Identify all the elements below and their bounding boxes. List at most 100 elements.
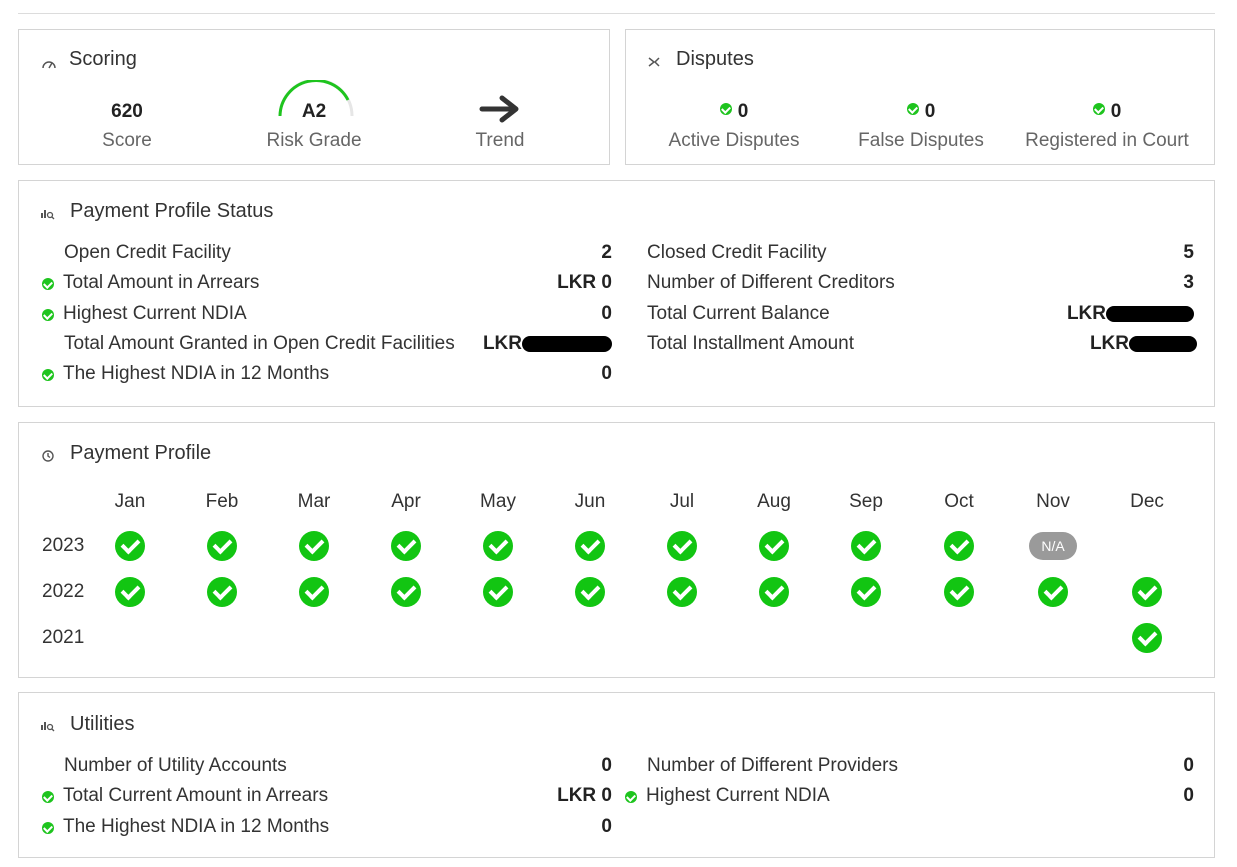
- month-nov: Nov: [1036, 491, 1070, 512]
- status-ok-icon: [483, 531, 513, 561]
- different-providers-row: Number of Different Providers 0: [647, 753, 1194, 779]
- status-ok-icon: [1132, 577, 1162, 607]
- status-ok-icon: [667, 531, 697, 561]
- utilities-card: Utilities Number of Utility Accounts 0 T…: [18, 692, 1215, 858]
- month-sep: Sep: [849, 491, 883, 512]
- month-jan: Jan: [114, 491, 146, 512]
- payment-profile-status-card: Payment Profile Status Open Credit Facil…: [18, 180, 1215, 407]
- status-ok-icon: [851, 531, 881, 561]
- payment-profile-card: Payment Profile Jan Feb Mar Apr May Jun Jul Aug…: [18, 422, 1215, 678]
- highest-ndia-12-months-label: The Highest NDIA in 12 Months: [63, 363, 330, 384]
- top-divider: [18, 13, 1215, 14]
- status-ok-icon: [1038, 577, 1068, 607]
- utility-arrears-label: Total Current Amount in Arrears: [63, 785, 329, 806]
- utility-arrears-value: LKR 0: [557, 785, 612, 806]
- year-2021: 2021: [42, 627, 85, 648]
- status-ok-icon: [299, 531, 329, 561]
- different-providers-label: Number of Different Providers: [647, 755, 898, 776]
- utility-highest-current-ndia-row: Highest Current NDIA 0: [625, 783, 1194, 809]
- status-ok-icon: [667, 577, 697, 607]
- check-icon: [719, 103, 732, 115]
- utility-highest-current-ndia-value: 0: [1183, 785, 1194, 806]
- total-amount-granted-label: Total Amount Granted in Open Credit Faci…: [64, 333, 455, 354]
- status-ok-icon: [483, 577, 513, 607]
- scoring-title: Scoring: [69, 48, 137, 70]
- active-disputes-label: Active Disputes: [668, 130, 800, 151]
- status-ok-icon: [1132, 623, 1162, 653]
- gauge-icon: [42, 61, 56, 69]
- false-disputes-value: 0: [924, 101, 936, 122]
- check-icon: [42, 822, 54, 834]
- disputes-card: Disputes 0 Active Disputes 0 False Dispu…: [625, 29, 1215, 165]
- check-icon: [906, 103, 919, 115]
- status-ok-icon: [115, 577, 145, 607]
- total-current-balance-value: LKR: [1066, 303, 1106, 324]
- highest-ndia-12-months-row: The Highest NDIA in 12 Months 0: [42, 361, 612, 387]
- status-ok-icon: [759, 531, 789, 561]
- total-current-balance-row: Total Current Balance LKR: [647, 301, 1194, 327]
- total-installment-amount-value: LKR: [1089, 333, 1129, 354]
- highest-current-ndia-label: Highest Current NDIA: [63, 303, 247, 324]
- month-apr: Apr: [391, 491, 421, 512]
- highest-current-ndia-value: 0: [601, 303, 612, 324]
- registered-in-court-label: Registered in Court: [1025, 130, 1189, 151]
- status-ok-icon: [944, 577, 974, 607]
- trend-metric: Trend: [410, 95, 590, 152]
- risk-grade-label: Risk Grade: [266, 130, 362, 151]
- false-disputes-metric: 0 False Disputes: [831, 100, 1011, 152]
- risk-grade-value: A2: [301, 101, 327, 122]
- highest-ndia-12-months-value: 0: [601, 363, 612, 384]
- check-icon: [625, 791, 637, 803]
- total-current-balance-label: Total Current Balance: [647, 303, 830, 324]
- open-credit-facility-row: Open Credit Facility 2: [64, 240, 612, 266]
- status-ok-icon: [851, 577, 881, 607]
- redaction-mark: [1106, 305, 1194, 322]
- closed-credit-facility-row: Closed Credit Facility 5: [647, 240, 1194, 266]
- check-icon: [1092, 103, 1105, 115]
- different-providers-value: 0: [1183, 755, 1194, 776]
- arrow-right-icon: [479, 95, 519, 123]
- chart-search-icon: [41, 210, 55, 220]
- utility-highest-ndia-12-row: The Highest NDIA in 12 Months 0: [42, 814, 612, 840]
- utilities-title: Utilities: [70, 713, 135, 735]
- year-2023: 2023: [42, 535, 85, 556]
- month-aug: Aug: [757, 491, 791, 512]
- chart-search-icon: [41, 722, 55, 732]
- total-installment-amount-label: Total Installment Amount: [647, 333, 854, 354]
- utility-arrears-row: Total Current Amount in Arrears LKR 0: [42, 783, 612, 809]
- utility-highest-ndia-12-label: The Highest NDIA in 12 Months: [63, 816, 330, 837]
- status-na-badge: N/A: [1029, 532, 1077, 560]
- utility-highest-ndia-12-value: 0: [601, 816, 612, 837]
- open-credit-facility-value: 2: [601, 242, 612, 263]
- status-ok-icon: [575, 577, 605, 607]
- month-feb: Feb: [205, 491, 239, 512]
- total-amount-in-arrears-value: LKR 0: [557, 272, 612, 293]
- redaction-mark: [522, 335, 612, 352]
- month-mar: Mar: [297, 491, 331, 512]
- history-icon: [42, 450, 54, 462]
- total-amount-granted-value: LKR: [482, 333, 522, 354]
- status-ok-icon: [391, 531, 421, 561]
- number-of-creditors-value: 3: [1183, 272, 1194, 293]
- utility-accounts-row: Number of Utility Accounts 0: [64, 753, 612, 779]
- scoring-card: Scoring 620 Score A2 Risk Grade Trend: [18, 29, 610, 165]
- check-icon: [42, 791, 54, 803]
- score-metric: 620 Score: [37, 100, 217, 152]
- utility-highest-current-ndia-label: Highest Current NDIA: [646, 785, 830, 806]
- year-2022: 2022: [42, 581, 85, 602]
- risk-grade-metric: A2 Risk Grade: [224, 80, 404, 152]
- registered-in-court-metric: 0 Registered in Court: [1007, 100, 1207, 152]
- month-jun: Jun: [574, 491, 606, 512]
- active-disputes-metric: 0 Active Disputes: [644, 100, 824, 152]
- status-ok-icon: [207, 531, 237, 561]
- payment-profile-title: Payment Profile: [70, 442, 212, 464]
- utility-accounts-label: Number of Utility Accounts: [64, 755, 287, 776]
- status-ok-icon: [944, 531, 974, 561]
- disputes-title: Disputes: [676, 48, 754, 70]
- check-icon: [42, 278, 54, 290]
- status-ok-icon: [207, 577, 237, 607]
- highest-current-ndia-row: Highest Current NDIA 0: [42, 301, 612, 327]
- month-dec: Dec: [1130, 491, 1164, 512]
- total-installment-amount-row: Total Installment Amount LKR: [647, 331, 1197, 357]
- check-icon: [42, 309, 54, 321]
